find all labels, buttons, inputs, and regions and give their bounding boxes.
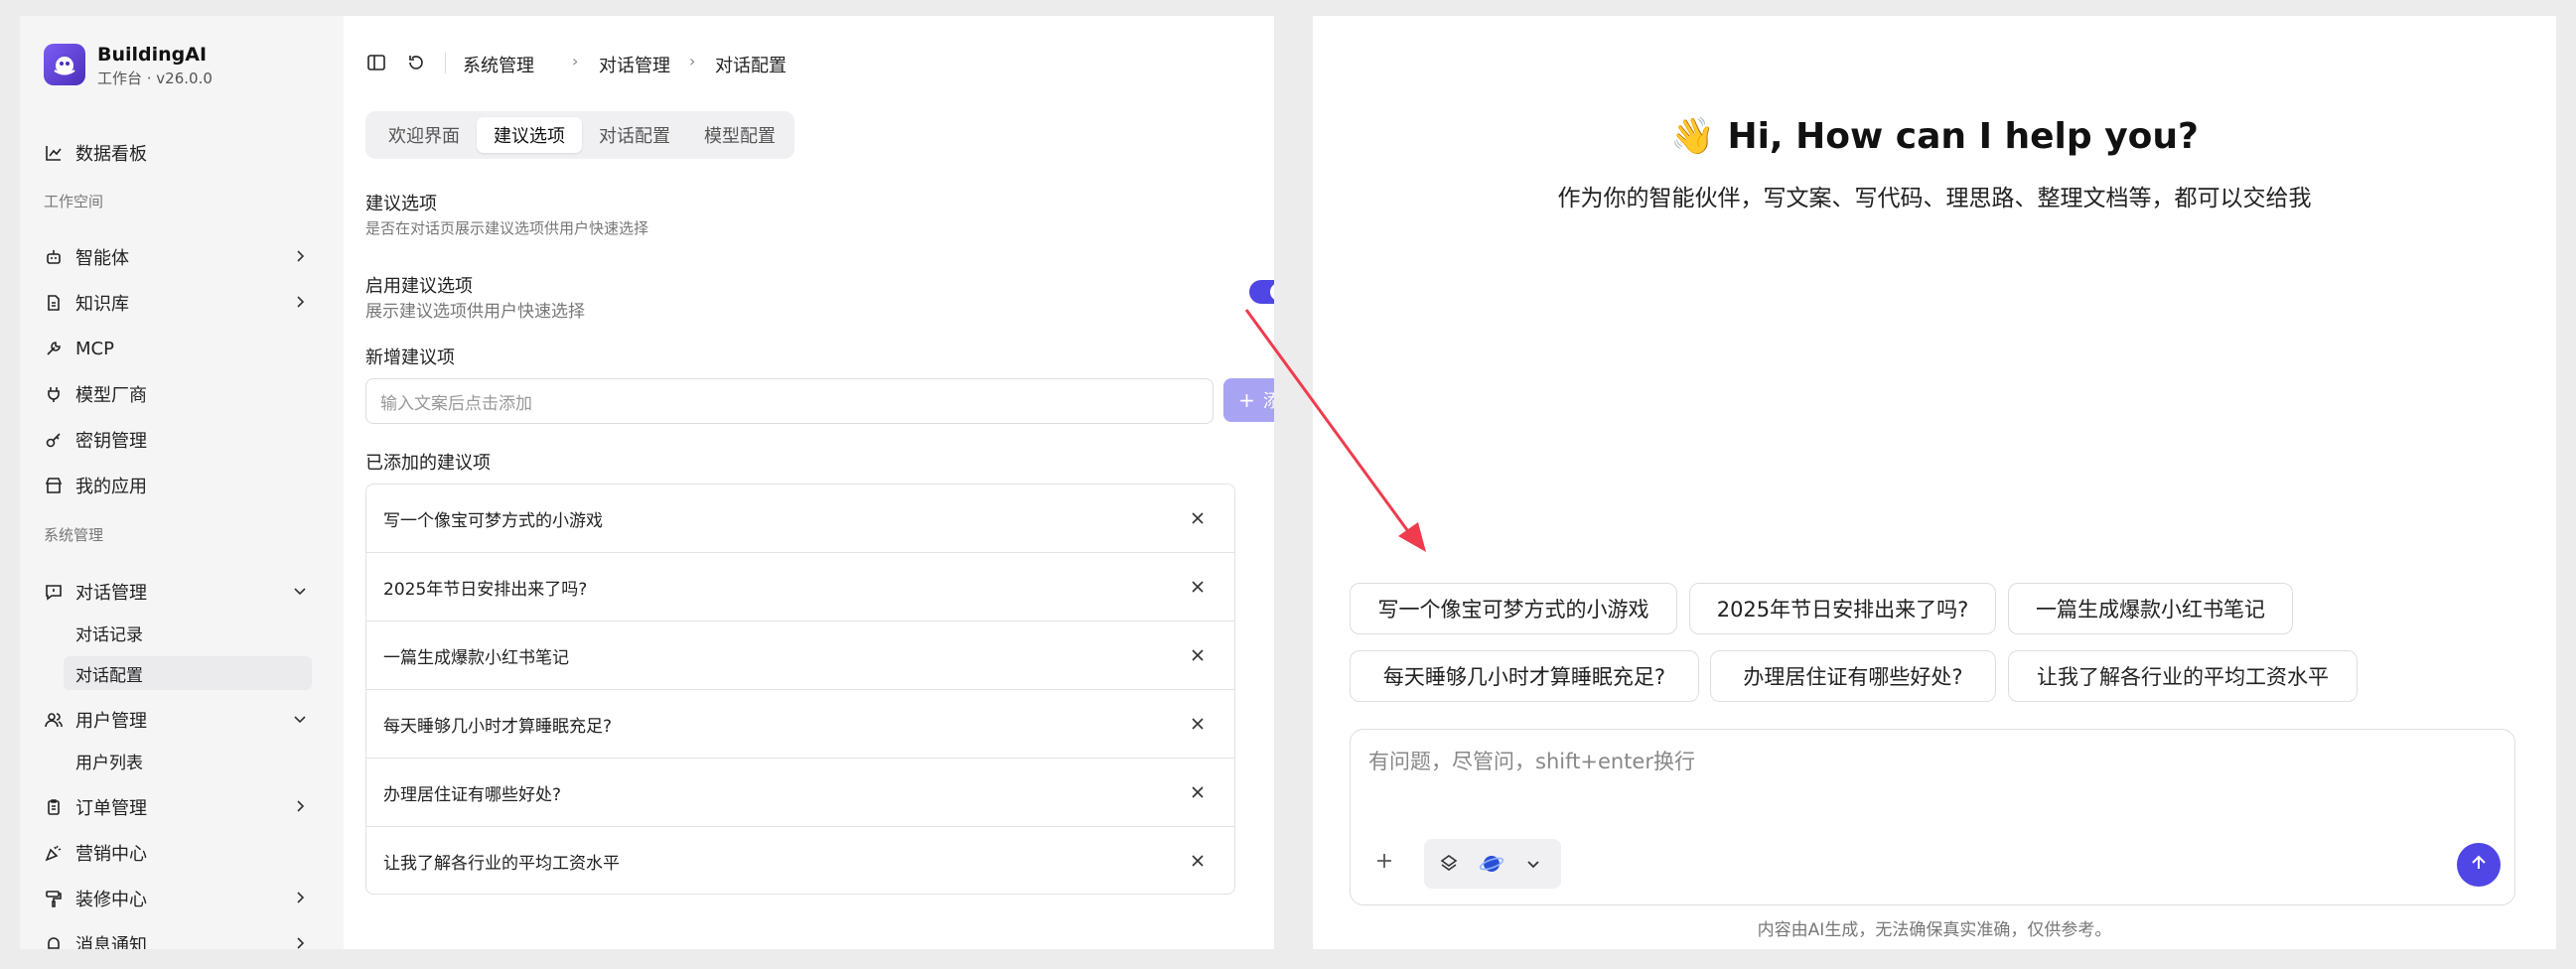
annotation-arrow <box>1244 309 1426 552</box>
